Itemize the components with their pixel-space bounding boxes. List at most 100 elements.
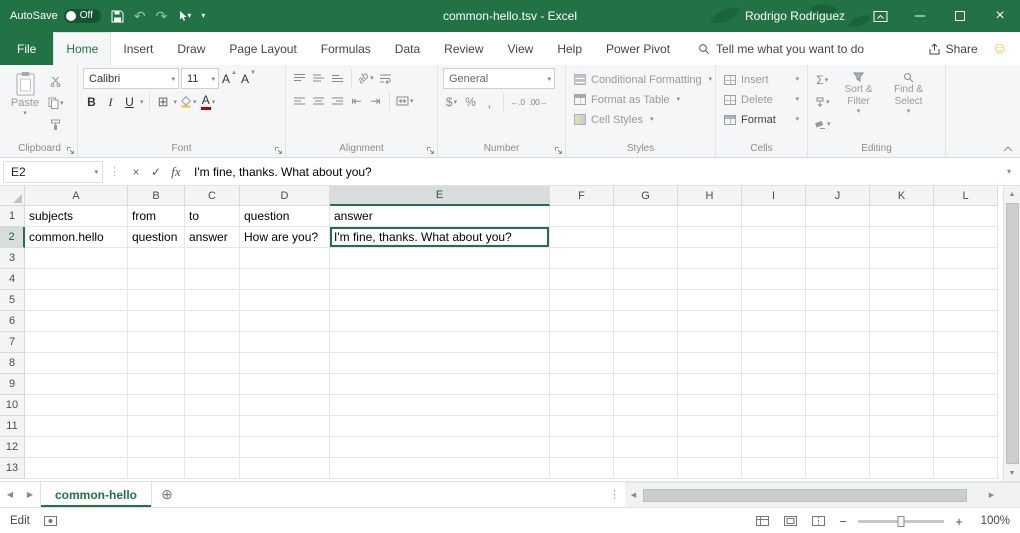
increase-font-button[interactable]: A▲ [221,69,238,89]
decrease-indent-button[interactable]: ⇤ [348,91,365,111]
vertical-scroll-thumb[interactable] [1006,203,1019,464]
align-top-button[interactable] [291,68,308,88]
name-box-drag-handle[interactable]: ⋮ [103,165,126,178]
cell-J6[interactable] [806,311,870,332]
cell-F3[interactable] [550,248,614,269]
cell-I5[interactable] [742,290,806,311]
cell-D10[interactable] [240,395,330,416]
cell-F11[interactable] [550,416,614,437]
cell-L10[interactable] [934,395,998,416]
page-break-view-button[interactable] [808,516,828,526]
cell-B12[interactable] [128,437,185,458]
fill-color-button[interactable]: ▾ [179,92,198,112]
cell-A2[interactable]: common.hello [25,227,128,248]
tab-page-layout[interactable]: Page Layout [217,32,308,65]
row-header-4[interactable]: 4 [0,269,25,290]
align-center-button[interactable] [310,91,327,111]
cell-D5[interactable] [240,290,330,311]
cell-A3[interactable] [25,248,128,269]
cell-E8[interactable] [330,353,550,374]
cell-J8[interactable] [806,353,870,374]
cell-C5[interactable] [185,290,240,311]
cell-E11[interactable] [330,416,550,437]
cell-F6[interactable] [550,311,614,332]
percent-style-button[interactable]: % [462,92,479,112]
cell-I13[interactable] [742,458,806,479]
cell-L6[interactable] [934,311,998,332]
cell-I1[interactable] [742,206,806,227]
italic-button[interactable]: I [102,92,119,112]
font-color-button[interactable]: A▾ [200,92,217,112]
ribbon-collapse-button[interactable] [1003,146,1013,152]
cell-H6[interactable] [678,311,742,332]
cell-C13[interactable] [185,458,240,479]
cell-L9[interactable] [934,374,998,395]
cell-B1[interactable]: from [128,206,185,227]
cell-J12[interactable] [806,437,870,458]
cell-E5[interactable] [330,290,550,311]
fill-button[interactable]: ▾ [813,92,832,112]
cell-A11[interactable] [25,416,128,437]
scroll-up-arrow[interactable]: ▲ [1004,186,1020,202]
column-header-J[interactable]: J [806,186,870,206]
cell-B9[interactable] [128,374,185,395]
cell-G13[interactable] [614,458,678,479]
sheet-nav-next[interactable]: ▶ [20,482,40,507]
cell-G2[interactable] [614,227,678,248]
tab-draw[interactable]: Draw [165,32,217,65]
cell-B3[interactable] [128,248,185,269]
cell-K8[interactable] [870,353,934,374]
cell-D3[interactable] [240,248,330,269]
alignment-dialog-launcher[interactable] [426,146,435,155]
cell-A9[interactable] [25,374,128,395]
row-header-6[interactable]: 6 [0,311,25,332]
column-header-G[interactable]: G [614,186,678,206]
borders-dropdown-arrow[interactable]: ▾ [174,99,178,106]
cell-J7[interactable] [806,332,870,353]
cell-D7[interactable] [240,332,330,353]
close-button[interactable]: × [980,0,1020,32]
cell-H11[interactable] [678,416,742,437]
cell-B4[interactable] [128,269,185,290]
format-as-table-button[interactable]: Format as Table ▾ [571,90,710,109]
horizontal-scroll-thumb[interactable] [643,489,967,502]
cell-C11[interactable] [185,416,240,437]
paste-button[interactable]: Paste ▾ [7,68,43,142]
align-left-button[interactable] [291,91,308,111]
column-header-I[interactable]: I [742,186,806,206]
cell-J2[interactable] [806,227,870,248]
horizontal-scrollbar[interactable]: ◀ ▶ [625,482,1000,507]
formula-bar-expand-button[interactable]: ▾ [1001,167,1017,176]
cell-D8[interactable] [240,353,330,374]
cell-F13[interactable] [550,458,614,479]
row-header-11[interactable]: 11 [0,416,25,437]
cell-K11[interactable] [870,416,934,437]
tab-review[interactable]: Review [432,32,495,65]
redo-icon[interactable]: ↷ [156,9,168,23]
tab-insert[interactable]: Insert [111,32,165,65]
cell-J3[interactable] [806,248,870,269]
merge-center-button[interactable]: ▾ [395,91,415,111]
cell-I7[interactable] [742,332,806,353]
maximize-button[interactable] [940,0,980,32]
format-cells-button[interactable]: Format ▾ [721,110,802,129]
share-button[interactable]: Share [928,42,978,56]
cell-G12[interactable] [614,437,678,458]
cell-K1[interactable] [870,206,934,227]
clear-button[interactable]: ▾ [813,114,832,134]
cell-C8[interactable] [185,353,240,374]
zoom-slider[interactable] [858,520,944,523]
cell-F1[interactable] [550,206,614,227]
touch-mode-icon[interactable]: ▾ [177,10,191,22]
select-all-button[interactable] [0,186,25,206]
sheet-tab-common-hello[interactable]: common-hello [40,482,152,507]
cell-B7[interactable] [128,332,185,353]
cell-E13[interactable] [330,458,550,479]
tab-home[interactable]: Home [53,32,111,65]
find-select-button[interactable]: Find & Select ▾ [886,68,932,142]
zoom-in-button[interactable]: + [952,514,966,529]
cell-I3[interactable] [742,248,806,269]
zoom-out-button[interactable]: − [836,514,850,529]
tab-file[interactable]: File [0,32,53,65]
cell-K9[interactable] [870,374,934,395]
